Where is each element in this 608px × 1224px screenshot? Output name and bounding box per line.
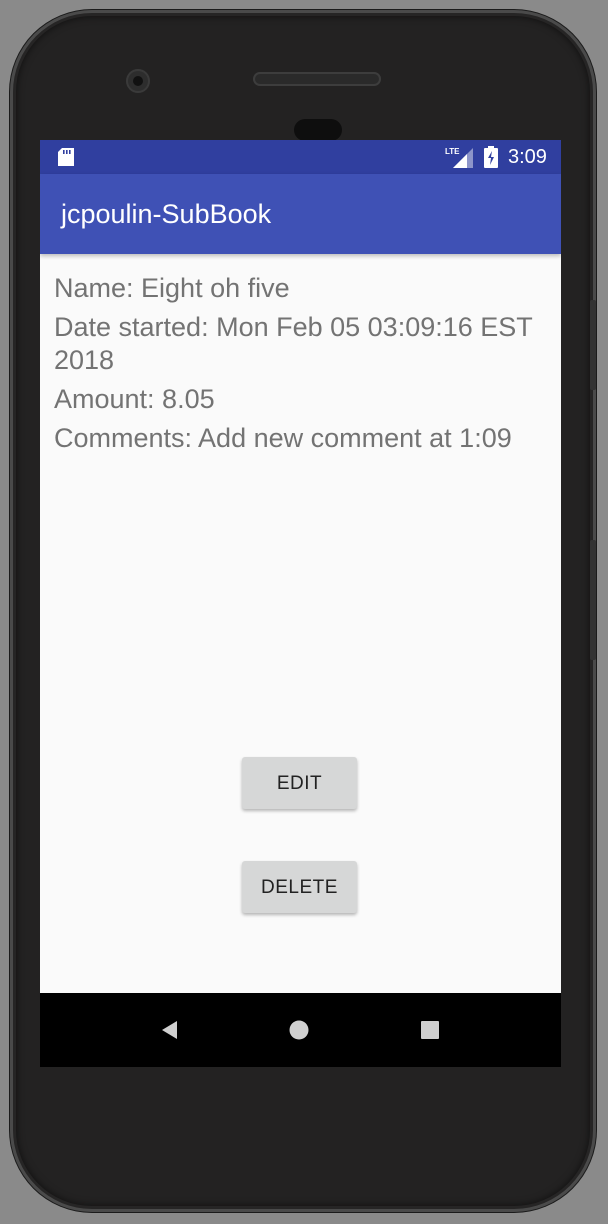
navigation-bar — [40, 993, 561, 1067]
volume-button[interactable] — [590, 300, 596, 390]
back-icon[interactable] — [155, 1015, 185, 1045]
proximity-sensor — [294, 119, 342, 141]
subscription-details: Name: Eight oh five Date started: Mon Fe… — [54, 272, 549, 461]
earpiece-speaker — [253, 72, 381, 86]
delete-button[interactable]: DELETE — [242, 861, 357, 913]
sd-card-icon — [58, 148, 74, 166]
name-text: Name: Eight oh five — [54, 273, 290, 303]
comments-text: Comments: Add new comment at 1:09 — [54, 423, 512, 453]
date-started-text: Date started: Mon Feb 05 03:09:16 EST 20… — [54, 312, 533, 375]
app-title: jcpoulin-SubBook — [61, 199, 272, 229]
lte-label: LTE — [445, 147, 460, 156]
device-screen: LTE 3:09 jcpoulin-SubBook Name: Eight oh… — [40, 140, 561, 1067]
edit-button[interactable]: EDIT — [242, 757, 357, 809]
amount-text: Amount: 8.05 — [54, 384, 215, 414]
home-icon[interactable] — [284, 1015, 314, 1045]
status-bar: LTE 3:09 — [40, 140, 561, 174]
recent-apps-icon[interactable] — [415, 1015, 445, 1045]
app-bar: jcpoulin-SubBook — [40, 174, 561, 254]
lte-signal-icon: LTE — [445, 147, 473, 168]
front-camera — [126, 69, 150, 93]
battery-charging-icon — [484, 146, 498, 168]
status-time: 3:09 — [508, 146, 547, 168]
power-button[interactable] — [590, 540, 596, 660]
